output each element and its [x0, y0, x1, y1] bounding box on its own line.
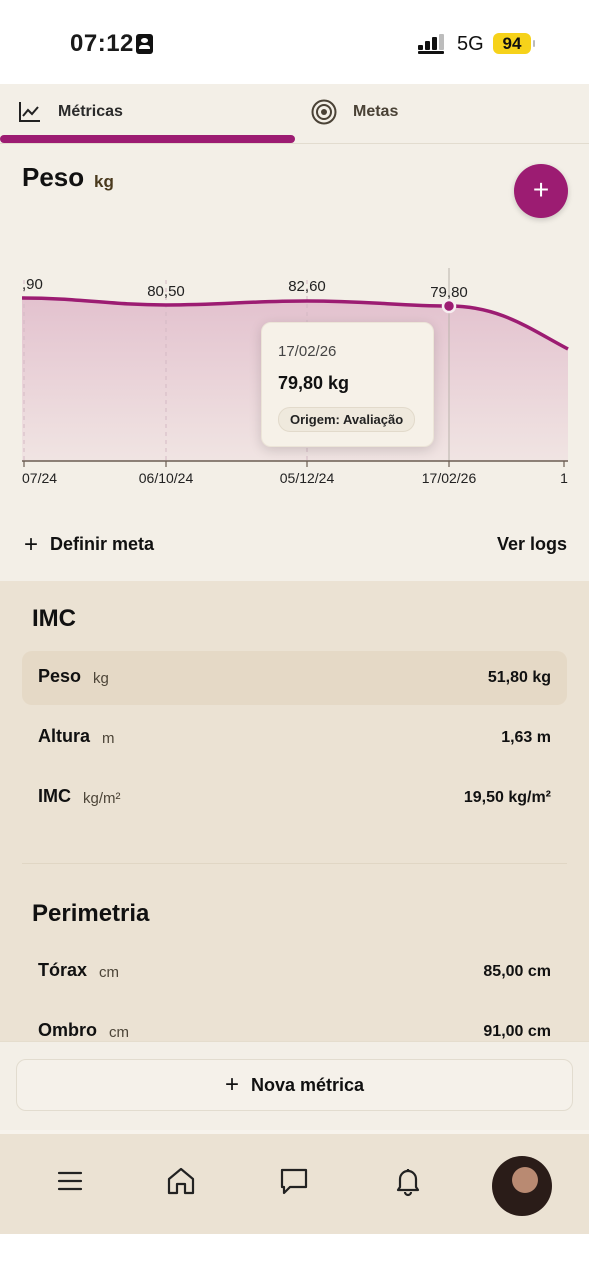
- network-label: 5G: [457, 33, 484, 55]
- metrics-panel: IMC Peso kg 51,80 kg Altura m 1,63 m IMC…: [0, 581, 589, 1041]
- metric-unit: kg/m²: [83, 790, 121, 807]
- plus-icon: +: [224, 1071, 239, 1098]
- new-metric-label: Nova métrica: [250, 1074, 365, 1095]
- bottom-navigation: [0, 1130, 589, 1234]
- avatar[interactable]: [492, 1156, 552, 1216]
- menu-icon[interactable]: [53, 1164, 87, 1198]
- data-label: 79,80: [430, 284, 468, 301]
- metric-row-altura[interactable]: Altura m 1,63 m: [22, 711, 567, 765]
- metric-name: Ombro: [38, 1020, 98, 1040]
- view-logs-link[interactable]: Ver logs: [497, 534, 567, 555]
- tab-metas[interactable]: Metas: [311, 84, 398, 140]
- metric-title: Peso: [22, 162, 85, 192]
- metric-unit: m: [102, 730, 115, 747]
- data-label: 80,50: [147, 283, 185, 300]
- metric-row-torax[interactable]: Tórax cm 85,00 cm: [22, 945, 567, 999]
- metric-value: 19,50 kg/m²: [463, 789, 551, 806]
- metric-row-ombro[interactable]: Ombro cm 91,00 cm: [22, 1005, 567, 1041]
- define-goal-button[interactable]: + Definir meta: [24, 530, 155, 558]
- active-tab-indicator: [0, 135, 295, 143]
- chart-tooltip: 17/02/26 79,80 kg Origem: Avaliação: [261, 322, 434, 447]
- metric-name: Peso: [38, 666, 82, 686]
- status-bar: 07:12 5G 94: [0, 0, 589, 84]
- signal-icon: [418, 34, 444, 54]
- tab-metricas-label: Métricas: [58, 103, 123, 120]
- status-time: 07:12: [70, 30, 134, 57]
- metric-row-imc[interactable]: IMC kg/m² 19,50 kg/m²: [22, 771, 567, 825]
- line-chart-icon: [19, 102, 40, 122]
- tick-label: 1: [560, 470, 568, 486]
- metric-value: 51,80 kg: [487, 669, 551, 686]
- new-metric-container: + Nova métrica: [0, 1041, 589, 1126]
- data-label: 82,60: [288, 278, 326, 295]
- metric-value: 91,00 cm: [483, 1023, 551, 1040]
- battery-indicator: 94: [493, 33, 535, 54]
- metric-row-peso[interactable]: Peso kg 51,80 kg: [22, 651, 567, 705]
- target-icon: [311, 99, 337, 125]
- add-record-button[interactable]: +: [514, 164, 568, 218]
- tooltip-value: 79,80 kg: [278, 373, 350, 393]
- bell-icon[interactable]: [391, 1164, 425, 1198]
- tooltip-date: 17/02/26: [278, 343, 337, 360]
- tick-label: 17/02/26: [422, 470, 477, 486]
- metric-unit: cm: [109, 1024, 129, 1041]
- metric-name: Altura: [38, 726, 91, 746]
- metric-unit: kg: [93, 670, 109, 687]
- metric-value: 1,63 m: [501, 729, 551, 746]
- metric-unit: cm: [99, 964, 119, 981]
- home-icon[interactable]: [164, 1164, 198, 1198]
- new-metric-button[interactable]: + Nova métrica: [16, 1059, 573, 1111]
- tick-label: 06/10/24: [139, 470, 194, 486]
- contact-card-icon: [136, 34, 153, 54]
- home-indicator-area: [0, 1234, 589, 1280]
- section-divider: [22, 863, 567, 864]
- imc-title: IMC: [32, 605, 76, 632]
- tick-label: 07/24: [22, 470, 57, 486]
- tab-metas-label: Metas: [353, 103, 399, 120]
- data-label: ,90: [22, 276, 43, 293]
- tab-metricas[interactable]: Métricas: [18, 84, 123, 140]
- tooltip-origin-badge: Origem: Avaliação: [278, 407, 416, 432]
- define-goal-label: Definir meta: [50, 534, 155, 554]
- chat-icon[interactable]: [277, 1164, 311, 1198]
- perimetria-title: Perimetria: [32, 900, 150, 927]
- metric-unit: kg: [94, 172, 114, 191]
- tick-label: 05/12/24: [280, 470, 335, 486]
- metric-value: 85,00 cm: [483, 963, 551, 980]
- metric-name: Tórax: [38, 960, 88, 980]
- plus-icon: +: [24, 530, 39, 558]
- metric-name: IMC: [38, 786, 71, 806]
- selected-point[interactable]: [441, 298, 457, 314]
